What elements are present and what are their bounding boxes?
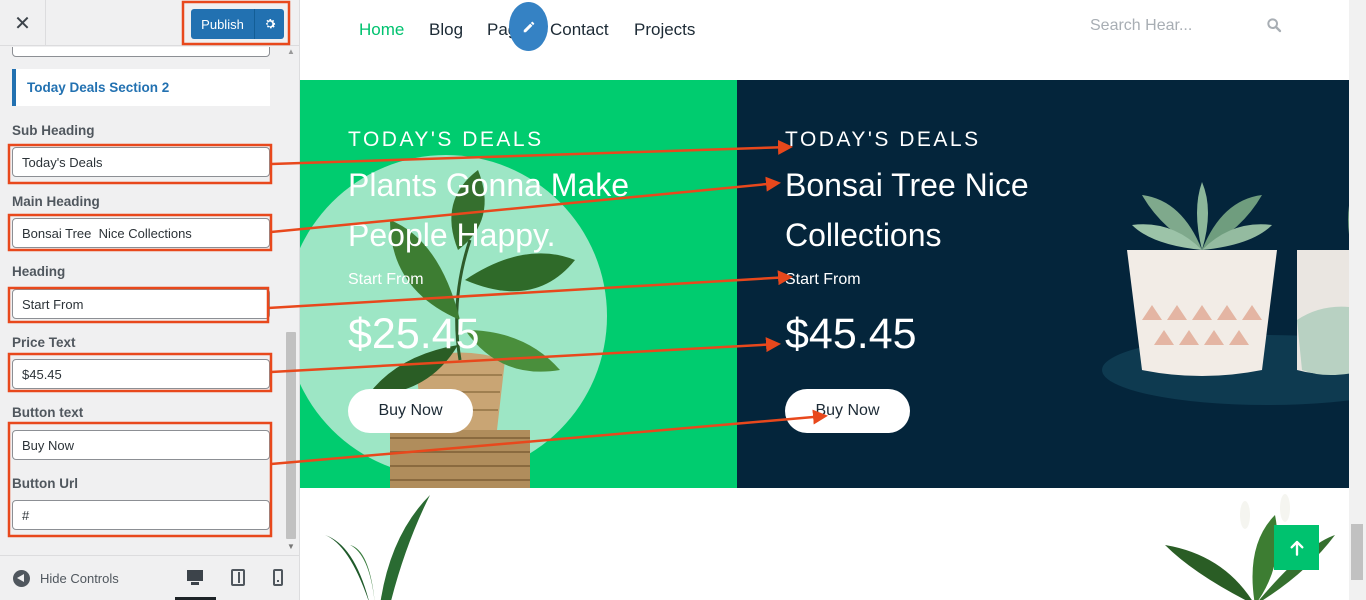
sidebar-scrollbar[interactable]: ▲ ▼ [284, 47, 298, 555]
nav-blog[interactable]: Blog [429, 20, 463, 40]
publish-group: Publish [191, 9, 284, 39]
button-url-label: Button Url [12, 476, 78, 491]
mobile-preview-icon[interactable] [268, 568, 288, 588]
heading-input[interactable]: Start From [12, 289, 270, 319]
deal-left-heading-line1: Plants Gonna Make [348, 167, 630, 203]
previous-field[interactable] [12, 47, 270, 57]
preview-scrollbar[interactable] [1349, 0, 1366, 600]
main-heading-input[interactable]: Bonsai Tree Nice Collections [12, 218, 270, 248]
close-icon[interactable]: ✕ [0, 0, 46, 46]
customizer-header: ✕ Publish [0, 0, 299, 46]
controls-panel: Today Deals Section 2 Sub Heading Today'… [0, 47, 284, 555]
peace-lily-image [1165, 494, 1335, 600]
publish-button[interactable]: Publish [191, 9, 255, 39]
scroll-thumb[interactable] [286, 332, 296, 539]
customizer-sidebar: ✕ Publish Today Deals Section 2 Sub Head… [0, 0, 300, 600]
preview-scroll-thumb[interactable] [1351, 524, 1363, 580]
snake-plant-image [325, 495, 430, 600]
customizer-footer: Hide Controls [0, 555, 299, 600]
scroll-down-arrow-icon[interactable]: ▼ [287, 542, 295, 551]
deal-right-heading-line2: Collections [785, 217, 942, 253]
button-text-label: Button text [12, 405, 84, 420]
nav-home[interactable]: Home [359, 20, 404, 40]
section-title: Today Deals Section 2 [12, 69, 270, 106]
hide-controls-button[interactable]: Hide Controls [13, 570, 119, 587]
arrow-up-icon [1290, 540, 1303, 556]
sub-heading-input[interactable]: Today's Deals [12, 147, 270, 177]
deal-right-main-heading: Bonsai Tree Nice Collections [785, 160, 1085, 260]
edit-pencil-icon[interactable] [509, 2, 548, 51]
price-text-input[interactable]: $45.45 [12, 359, 270, 389]
button-url-input[interactable]: # [12, 500, 270, 530]
button-text-input[interactable]: Buy Now [12, 430, 270, 460]
main-nav: Home Blog Pag Contact Projects [300, 0, 1366, 80]
deal-right-heading-line1: Bonsai Tree Nice [785, 167, 1029, 203]
gear-icon[interactable] [255, 9, 284, 39]
deal-left-main-heading: Plants Gonna Make People Happy. [348, 160, 648, 260]
sub-heading-label: Sub Heading [12, 123, 95, 138]
deal-left-sub-heading: TODAY'S DEALS [348, 128, 544, 151]
desktop-preview-icon[interactable] [185, 568, 205, 588]
scroll-up-arrow-icon[interactable]: ▲ [287, 47, 295, 56]
succulent-pots-image [1127, 182, 1349, 376]
deal-right-price: $45.45 [785, 310, 917, 358]
main-heading-label: Main Heading [12, 194, 100, 209]
site-preview: Home Blog Pag Contact Projects Search He… [300, 0, 1366, 600]
heading-label: Heading [12, 264, 66, 279]
search-input[interactable] [1090, 10, 1290, 42]
hide-controls-label: Hide Controls [40, 571, 119, 586]
nav-contact[interactable]: Contact [550, 20, 609, 40]
deal-left-buy-button[interactable]: Buy Now [348, 389, 473, 433]
deal-left-price: $25.45 [348, 310, 480, 358]
tablet-preview-icon[interactable] [228, 568, 248, 588]
search-icon[interactable] [1266, 17, 1282, 33]
scroll-to-top-button[interactable] [1274, 525, 1319, 570]
deal-left-heading-line2: People Happy. [348, 217, 556, 253]
deal-right-sub-heading: TODAY'S DEALS [785, 128, 981, 151]
nav-projects[interactable]: Projects [634, 20, 695, 40]
deal-banner-left: TODAY'S DEALS Plants Gonna Make People H… [300, 80, 737, 488]
deal-left-start-from: Start From [348, 271, 424, 288]
price-text-label: Price Text [12, 335, 76, 350]
deal-banner-right: TODAY'S DEALS Bonsai Tree Nice Collectio… [737, 80, 1349, 488]
deal-right-buy-button[interactable]: Buy Now [785, 389, 910, 433]
collapse-arrow-icon [13, 570, 30, 587]
deal-right-start-from: Start From [785, 271, 861, 288]
